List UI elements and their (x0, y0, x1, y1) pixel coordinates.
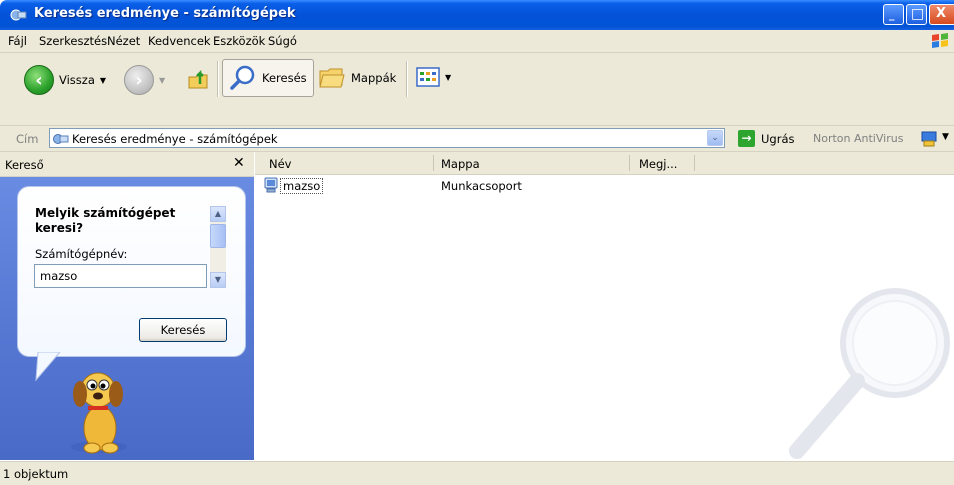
back-dropdown-icon[interactable]: ▼ (100, 76, 106, 85)
search-balloon: Melyik számítógépet keresi? ▲ ▼ Számítóg… (17, 186, 246, 357)
search-icon (230, 65, 255, 90)
column-divider[interactable] (694, 155, 695, 171)
menu-tools[interactable]: Eszközök (213, 34, 265, 48)
menu-file[interactable]: Fájl (8, 34, 27, 48)
status-text: 1 objektum (3, 467, 69, 481)
address-value: Keresés eredménye - számítógépek (72, 132, 278, 146)
norton-icon[interactable] (921, 131, 937, 147)
address-dropdown-icon[interactable]: ⌄ (707, 130, 723, 146)
toolbar: ‹ Vissza ▼ › ▼ Keresés Mappák ▼ (0, 53, 954, 126)
norton-antivirus-label[interactable]: Norton AntiVirus (813, 132, 903, 145)
menu-edit[interactable]: Szerkesztés (39, 34, 107, 48)
folders-label: Mappák (351, 71, 397, 85)
result-folder: Munkacsoport (441, 179, 522, 193)
results-list[interactable]: mazso Munkacsoport (255, 175, 954, 460)
back-label: Vissza (59, 73, 95, 87)
column-divider[interactable] (433, 155, 434, 171)
address-bar: Cím Keresés eredménye - számítógépek ⌄ →… (0, 126, 954, 152)
address-input[interactable]: Keresés eredménye - számítógépek ⌄ (49, 128, 725, 148)
forward-button[interactable]: › ▼ (124, 65, 165, 95)
views-icon (416, 67, 440, 87)
search-computers-icon (53, 134, 69, 144)
computer-name-label: Számítógépnév: (35, 247, 128, 261)
close-button[interactable]: X (929, 4, 954, 25)
menu-bar: Fájl Szerkesztés Nézet Kedvencek Eszközö… (0, 30, 954, 53)
search-button[interactable]: Keresés (222, 59, 314, 97)
column-comment[interactable]: Megj... (639, 157, 677, 171)
go-arrow-icon[interactable]: → (738, 130, 755, 147)
maximize-icon: □ (911, 6, 925, 22)
close-pane-icon[interactable]: ✕ (233, 155, 245, 171)
list-item[interactable]: mazso Munkacsoport (255, 177, 675, 195)
minimize-icon: _ (889, 8, 895, 21)
search-question: Melyik számítógépet keresi? (35, 206, 176, 235)
maximize-button[interactable]: □ (906, 4, 927, 25)
up-folder-button[interactable] (186, 68, 210, 92)
views-dropdown-icon[interactable]: ▼ (445, 73, 451, 82)
menu-help[interactable]: Súgó (268, 34, 297, 48)
computer-icon (264, 177, 278, 193)
go-button[interactable]: Ugrás (761, 132, 794, 146)
column-headers: Név Mappa Megj... (255, 152, 954, 175)
search-label: Keresés (262, 71, 307, 85)
back-arrow-icon: ‹ (24, 65, 54, 95)
menu-favorites[interactable]: Kedvencek (148, 34, 211, 48)
scroll-thumb[interactable] (210, 224, 226, 248)
toolbar-separator (406, 61, 408, 97)
title-bar[interactable]: Keresés eredménye - számítógépek _ □ X (0, 0, 954, 30)
search-pane-header: Kereső ✕ (0, 152, 254, 177)
search-computers-icon (10, 9, 27, 21)
computer-name-input[interactable]: mazso (34, 264, 207, 288)
search-companion-dog-icon[interactable] (64, 362, 134, 458)
column-divider[interactable] (629, 155, 630, 171)
status-bar: 1 objektum (0, 461, 954, 485)
toolbar-separator (217, 61, 219, 97)
views-button[interactable]: ▼ (416, 66, 451, 88)
scroll-up-icon[interactable]: ▲ (210, 206, 226, 222)
watermark-magnifier-icon (789, 288, 950, 459)
window-title: Keresés eredménye - számítógépek (34, 6, 296, 21)
minimize-button[interactable]: _ (883, 4, 904, 25)
search-pane-title: Kereső (5, 158, 44, 172)
back-button[interactable]: ‹ Vissza ▼ (24, 65, 106, 95)
balloon-tail (35, 352, 61, 382)
column-name[interactable]: Név (269, 157, 291, 171)
up-folder-icon (188, 69, 208, 89)
windows-logo-icon (928, 31, 952, 51)
balloon-scrollbar[interactable]: ▲ ▼ (210, 206, 226, 288)
forward-dropdown-icon[interactable]: ▼ (159, 76, 165, 85)
norton-dropdown-icon[interactable]: ▼ (942, 132, 949, 142)
folders-button[interactable]: Mappák (318, 65, 396, 91)
column-folder[interactable]: Mappa (441, 157, 480, 171)
forward-arrow-icon: › (124, 65, 154, 95)
close-icon: X (936, 6, 947, 21)
address-label: Cím (16, 132, 39, 146)
menu-view[interactable]: Nézet (107, 34, 140, 48)
result-name: mazso (280, 178, 324, 194)
search-submit-button[interactable]: Keresés (139, 318, 227, 342)
scroll-down-icon[interactable]: ▼ (210, 272, 226, 288)
folders-icon (319, 68, 345, 88)
search-pane: Kereső ✕ Melyik számítógépet keresi? ▲ ▼… (0, 152, 254, 460)
